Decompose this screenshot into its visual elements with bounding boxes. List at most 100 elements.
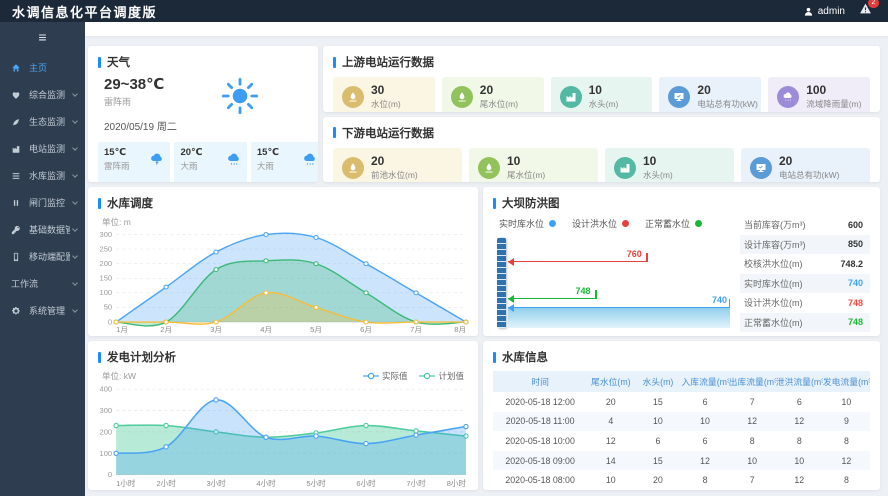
info-value: 748 [848, 317, 863, 327]
table-cell: 8 [823, 431, 870, 451]
table-cell: 6 [682, 431, 729, 451]
table-row[interactable]: 2020-05-18 08:00102087128 [493, 470, 870, 490]
info-label: 设计库容(万m³) [744, 238, 806, 251]
svg-text:8小时: 8小时 [447, 478, 467, 488]
user-menu[interactable]: admin [803, 6, 845, 17]
sidebar-item-7[interactable]: 移动端配置 [0, 243, 85, 270]
alarm-button[interactable]: 2 [859, 2, 872, 20]
stat-card: 30水位(m) [333, 77, 435, 112]
svg-text:0: 0 [108, 318, 112, 327]
sidebar-item-label: 移动端配置 [29, 250, 70, 263]
sidebar-item-2[interactable]: 生态监测 [0, 108, 85, 135]
title-bar [333, 127, 336, 138]
home-icon [11, 63, 24, 73]
stat-value: 20 [779, 155, 839, 168]
svg-text:300: 300 [100, 406, 113, 415]
table-header-cell: 时间 [493, 371, 587, 392]
generation-legend-item[interactable]: 实际值 [363, 370, 408, 382]
upstream-cards: 30水位(m)20尾水位(m)10水头(m)20电站总有功(kW)100流域降雨… [323, 74, 880, 112]
table-cell: 15 [634, 451, 681, 471]
chevron-down-icon [72, 91, 78, 97]
table-cell: 4 [587, 412, 634, 432]
generation-legend: 实际值计划值 [363, 370, 464, 382]
table-cell: 9 [823, 412, 870, 432]
rain-icon [226, 151, 242, 172]
water-level-icon [342, 86, 364, 108]
table-row[interactable]: 2020-05-18 11:004101012129 [493, 412, 870, 432]
generation-chart[interactable]: 01002003004001小时2小时3小时4小时5小时6小时7小时8小时 [88, 382, 478, 490]
sidebar-item-9[interactable]: 系统管理 [0, 297, 85, 324]
legend-dot-icon [622, 220, 629, 227]
flood-title: 大坝防洪图 [502, 195, 560, 211]
sidebar-menu: 主页综合监测生态监测电站监测水库监测闸门监控基础数据管理移动端配置工作流系统管理 [0, 54, 85, 324]
stat-value: 20 [697, 84, 757, 97]
flood-legend-item[interactable]: 正常蓄水位 [645, 217, 702, 230]
table-row[interactable]: 2020-05-18 09:00141512101012 [493, 451, 870, 471]
rain-icon [302, 151, 318, 172]
generation-unit: 单位: kW [102, 370, 136, 382]
sidebar-item-4[interactable]: 水库监测 [0, 162, 85, 189]
generation-legend-item[interactable]: 计划值 [419, 370, 464, 382]
sidebar-item-0[interactable]: 主页 [0, 54, 85, 81]
legend-label: 实际值 [382, 370, 408, 382]
table-cell: 12 [776, 412, 823, 432]
table-cell: 8 [682, 470, 729, 490]
flood-info-row: 设计洪水位(m)748 [740, 293, 870, 313]
reservoir-chart[interactable]: 0501001502002503001月2月3月4月5月6月7月8月 [88, 228, 478, 336]
stat-card: 10尾水位(m) [469, 148, 598, 183]
sidebar-item-label: 闸门监控 [29, 196, 70, 209]
table-row[interactable]: 2020-05-18 12:00201567610 [493, 392, 870, 412]
svg-text:400: 400 [100, 385, 113, 394]
table-header-cell: 发电流量(m³/s) [823, 371, 870, 392]
weather-panel: 天气 29~38℃ 雷阵雨 2020/05/19 周二 [88, 46, 318, 182]
svg-text:200: 200 [100, 259, 113, 268]
chevron-down-icon [72, 145, 78, 151]
info-label: 正常蓄水位(m) [744, 316, 803, 329]
legend-label: 正常蓄水位 [645, 217, 690, 230]
svg-text:50: 50 [104, 303, 112, 312]
realtime-level-value: 740 [712, 295, 727, 305]
stat-label: 电站总有功(kW) [697, 98, 757, 110]
table-cell: 12 [587, 431, 634, 451]
forecast-date: 2020/05/22 周五 [257, 180, 317, 182]
water-level-icon [342, 157, 364, 179]
svg-text:7小时: 7小时 [406, 478, 426, 488]
table-header-cell: 出库流量(m³/s) [729, 371, 776, 392]
table-cell: 10 [682, 412, 729, 432]
table-header-cell: 泄洪流量(m³/s) [776, 371, 823, 392]
svg-text:8月: 8月 [454, 325, 466, 334]
flood-info-row: 正常蓄水位(m) 748 [740, 313, 870, 333]
factory-icon [614, 157, 636, 179]
sidebar-item-1[interactable]: 综合监测 [0, 81, 85, 108]
svg-text:250: 250 [100, 245, 113, 254]
stat-value: 20 [371, 155, 418, 168]
info-label: 实时库水位(m) [744, 277, 803, 290]
sidebar-item-8[interactable]: 工作流 [0, 270, 85, 297]
table-header-cell: 尾水位(m) [587, 371, 634, 392]
sidebar-item-3[interactable]: 电站监测 [0, 135, 85, 162]
flood-legend-item[interactable]: 设计洪水位 [572, 217, 629, 230]
screen-icon [750, 157, 772, 179]
sidebar-item-5[interactable]: 闸门监控 [0, 189, 85, 216]
gate-icon [11, 198, 24, 208]
water-body [508, 307, 730, 328]
chevron-down-icon [72, 280, 78, 286]
table-cell: 10 [634, 412, 681, 432]
stat-label: 尾水位(m) [480, 98, 518, 110]
menu-toggle-icon[interactable]: ≡ [0, 22, 85, 54]
stat-value: 10 [589, 84, 619, 97]
svg-text:1月: 1月 [116, 325, 128, 334]
design-flood-value: 760 [627, 249, 642, 259]
reservoir-table: 时间尾水位(m)水头(m)入库流量(m³/s)出库流量(m³/s)泄洪流量(m³… [493, 371, 870, 490]
forecast-date: 2020/05/20 周三 [104, 180, 164, 182]
table-row[interactable]: 2020-05-18 10:001266888 [493, 431, 870, 451]
generation-title: 发电计划分析 [107, 349, 176, 365]
table-header-cell: 入库流量(m³/s) [682, 371, 729, 392]
sidebar: ≡ 主页综合监测生态监测电站监测水库监测闸门监控基础数据管理移动端配置工作流系统… [0, 22, 85, 496]
toolbar-strip [85, 22, 888, 36]
sidebar-item-6[interactable]: 基础数据管理 [0, 216, 85, 243]
table-cell: 8 [776, 431, 823, 451]
flood-legend-item[interactable]: 实时库水位 [499, 217, 556, 230]
station-icon [11, 144, 24, 154]
sidebar-item-label: 基础数据管理 [29, 223, 70, 236]
